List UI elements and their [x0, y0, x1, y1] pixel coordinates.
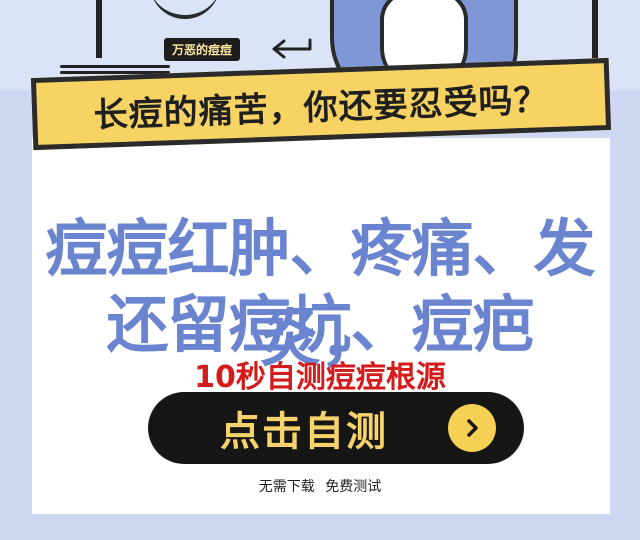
- footnote-no-download: 无需下载: [258, 479, 315, 495]
- headline-line-2: 还留痘坑、痘疤: [106, 288, 534, 361]
- banner-question: 长痘的痛苦，你还要忍受吗？: [93, 79, 550, 136]
- self-test-button-label: 点击自测: [220, 409, 388, 455]
- footnote-free-test: 免费测试: [325, 479, 382, 495]
- self-test-button[interactable]: 点击自测: [148, 392, 524, 464]
- footnote: 无需下载 免费测试: [0, 476, 640, 496]
- acne-tag-label: 万恶的痘痘: [164, 38, 241, 61]
- chevron-right-icon: [448, 404, 496, 452]
- self-test-subline: 10秒自测痘痘根源: [194, 360, 446, 395]
- arrow-pointer-icon: [272, 38, 312, 59]
